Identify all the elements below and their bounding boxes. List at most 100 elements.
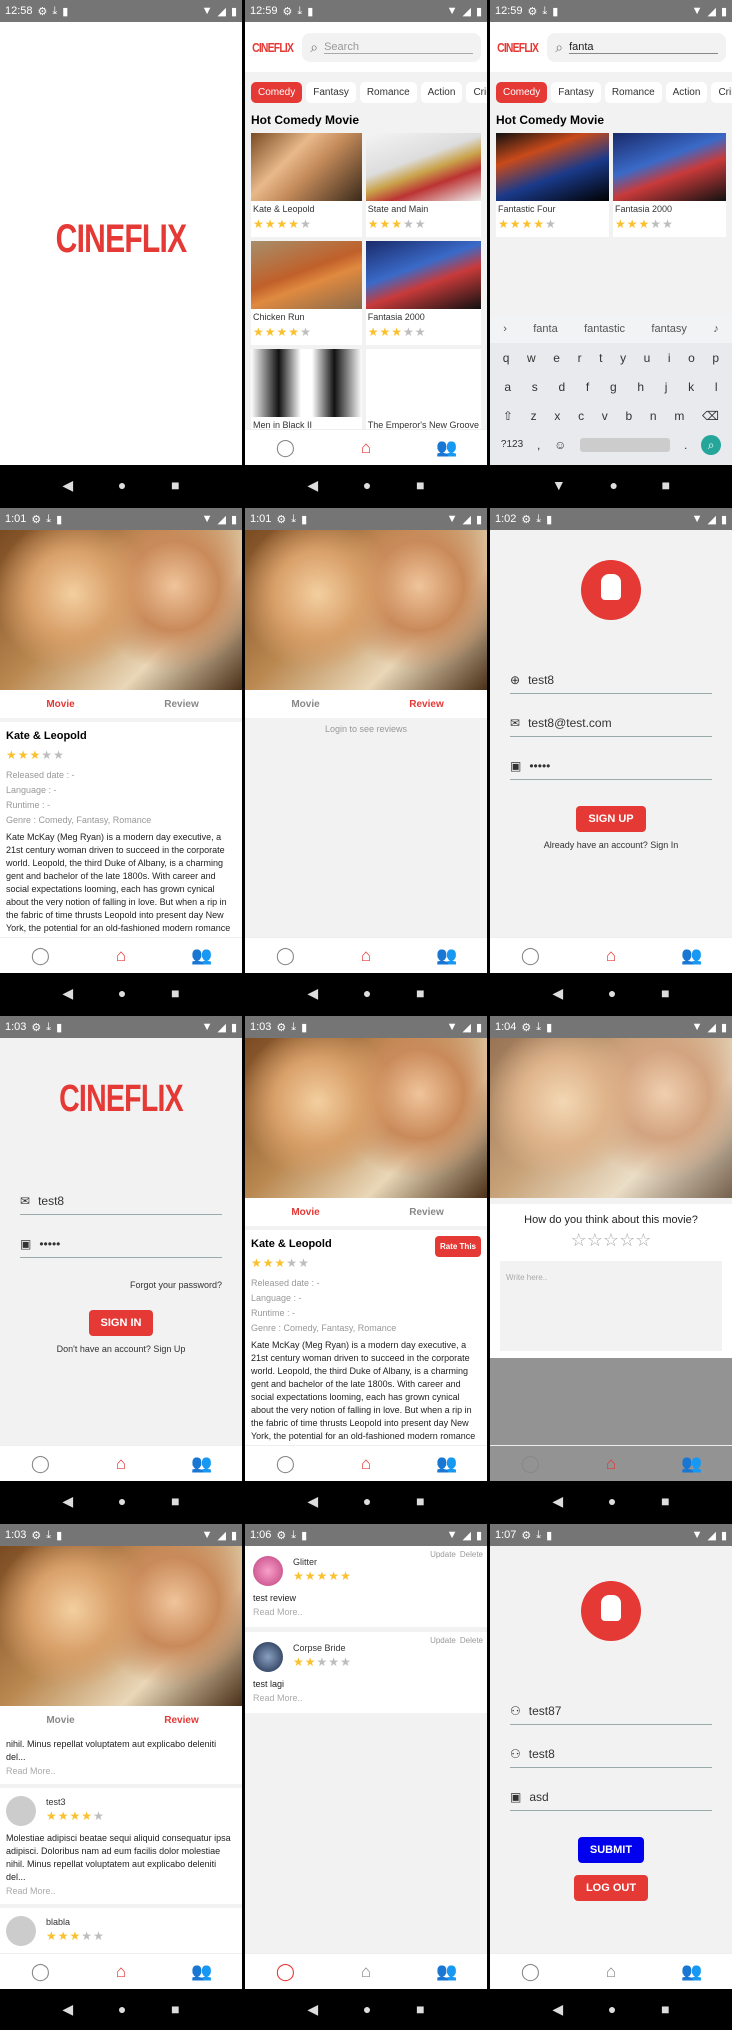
recents-icon[interactable]: ■ [661, 1493, 669, 1509]
category-chip[interactable]: Crime [711, 82, 732, 103]
expand-icon[interactable]: › [503, 323, 507, 335]
tab-reviews-chat-icon[interactable]: ◯ [510, 946, 550, 966]
period-key[interactable]: . [684, 438, 687, 452]
email-field[interactable]: ✉ test8 [20, 1186, 222, 1215]
movie-card[interactable]: Men in Black II★★★★★ [251, 349, 362, 429]
sign-up-link[interactable]: Don't have an account? Sign Up [0, 1344, 242, 1354]
mic-icon[interactable]: ♪ [713, 323, 719, 335]
tab-home-icon[interactable]: ⌂ [591, 1454, 631, 1474]
home-icon[interactable]: ● [118, 477, 126, 493]
back-icon[interactable]: ◀ [552, 2001, 563, 2018]
key[interactable]: l [715, 380, 718, 394]
movie-card[interactable]: State and Main ★★★★★ [365, 133, 481, 237]
tab-home-icon[interactable]: ⌂ [346, 1454, 386, 1474]
key[interactable]: y [620, 351, 626, 365]
key[interactable]: b [626, 409, 633, 423]
back-icon[interactable]: ◀ [307, 2001, 318, 2018]
home-icon[interactable]: ● [363, 2001, 371, 2017]
movie-card[interactable]: Kate & Leopold ★★★★★ [251, 133, 362, 237]
back-icon[interactable]: ◀ [552, 1493, 563, 1510]
movie-card[interactable]: Chicken Run ★★★★★ [251, 241, 362, 345]
tab-reviews-chat-icon[interactable]: ◯ [20, 946, 60, 966]
emoji-icon[interactable]: ☺ [554, 438, 566, 452]
tab-movie[interactable]: Movie [245, 699, 366, 710]
tab-home-icon[interactable]: ⌂ [101, 946, 141, 966]
empty-star-icon[interactable]: ☆ [603, 1230, 619, 1250]
back-icon[interactable]: ◀ [62, 985, 73, 1002]
home-icon[interactable]: ● [118, 985, 126, 1001]
suggestion[interactable]: fantasy [651, 323, 686, 335]
movie-poster[interactable] [365, 349, 481, 417]
back-icon[interactable]: ◀ [307, 477, 318, 494]
symbols-key[interactable]: ?123 [501, 439, 523, 450]
key[interactable]: a [504, 380, 511, 394]
movie-poster[interactable] [251, 133, 362, 201]
shift-icon[interactable]: ⇧ [503, 409, 513, 423]
forgot-password-link[interactable]: Forgot your password? [20, 1280, 222, 1290]
key[interactable]: r [578, 351, 582, 365]
review-textarea[interactable]: Write here.. [500, 1261, 722, 1351]
key[interactable]: d [558, 380, 565, 394]
tab-profile-icon[interactable]: 👥 [672, 1454, 712, 1474]
key[interactable]: v [602, 409, 608, 423]
home-icon[interactable]: ● [363, 1493, 371, 1509]
tab-movie[interactable]: Movie [0, 699, 121, 710]
search-box[interactable]: ⌕ Search [302, 32, 481, 62]
back-icon[interactable]: ◀ [307, 985, 318, 1002]
home-icon[interactable]: ● [118, 2001, 126, 2017]
tab-profile-icon[interactable]: 👥 [427, 438, 467, 458]
home-icon[interactable]: ● [608, 2001, 616, 2017]
movie-poster[interactable] [365, 133, 481, 201]
category-chip[interactable]: Comedy [496, 82, 548, 103]
password-field[interactable]: ▣ ••••• [510, 751, 712, 780]
recents-icon[interactable]: ■ [416, 2001, 424, 2017]
update-link[interactable]: Update [430, 1550, 456, 1559]
recents-icon[interactable]: ■ [661, 2001, 669, 2017]
tab-movie[interactable]: Movie [0, 1715, 121, 1726]
tab-home-icon[interactable]: ⌂ [101, 1454, 141, 1474]
recents-icon[interactable]: ■ [171, 477, 179, 493]
tab-home-icon[interactable]: ⌂ [101, 1962, 141, 1982]
category-chip[interactable]: Comedy [251, 82, 303, 103]
password-field[interactable]: ▣ asd [510, 1782, 712, 1811]
recents-icon[interactable]: ■ [416, 477, 424, 493]
key[interactable]: i [668, 351, 671, 365]
tab-reviews-chat-icon[interactable]: ◯ [20, 1962, 60, 1982]
key[interactable]: f [586, 380, 589, 394]
recents-icon[interactable]: ■ [661, 985, 669, 1001]
key[interactable]: n [650, 409, 657, 423]
category-chip[interactable]: Fantasy [551, 82, 601, 103]
category-chip[interactable]: Romance [604, 82, 662, 103]
home-icon[interactable]: ● [609, 477, 617, 493]
tab-home-icon[interactable]: ⌂ [591, 1962, 631, 1982]
read-more-link[interactable]: Read More.. [253, 1607, 479, 1617]
key[interactable]: g [610, 380, 617, 394]
tab-profile-icon[interactable]: 👥 [672, 1962, 712, 1982]
recents-icon[interactable]: ■ [171, 2001, 179, 2017]
tab-review[interactable]: Review [121, 699, 242, 710]
submit-button[interactable]: SUBMIT [577, 1837, 645, 1863]
rating-input[interactable]: ☆☆☆☆☆ [490, 1230, 732, 1251]
movie-card[interactable]: The Emperor's New Groove★★★★★ [365, 349, 481, 429]
key[interactable]: e [553, 351, 560, 365]
tab-review[interactable]: Review [366, 699, 487, 710]
key[interactable]: z [531, 409, 537, 423]
space-key[interactable] [580, 437, 671, 452]
tab-movie[interactable]: Movie [245, 1207, 366, 1218]
tab-reviews-chat-icon[interactable]: ◯ [510, 1454, 550, 1474]
movie-card[interactable]: Fantastic Four ★★★★★ [496, 133, 609, 237]
read-more-link[interactable]: Read More.. [253, 1693, 479, 1703]
login-to-see-reviews[interactable]: Login to see reviews [245, 724, 487, 734]
tab-review[interactable]: Review [121, 1715, 242, 1726]
key[interactable]: u [644, 351, 651, 365]
back-icon[interactable]: ◀ [62, 2001, 73, 2018]
tab-home-icon[interactable]: ⌂ [346, 946, 386, 966]
tab-home-icon[interactable]: ⌂ [346, 1962, 386, 1982]
tab-profile-icon[interactable]: 👥 [182, 1962, 222, 1982]
category-chip[interactable]: Action [420, 82, 463, 103]
tab-reviews-chat-icon[interactable]: ◯ [265, 438, 305, 458]
recents-icon[interactable]: ■ [171, 1493, 179, 1509]
avatar-edit[interactable] [581, 560, 641, 620]
email-field[interactable]: ✉ test8@test.com [510, 708, 712, 737]
sign-in-button[interactable]: SIGN IN [88, 1310, 154, 1336]
